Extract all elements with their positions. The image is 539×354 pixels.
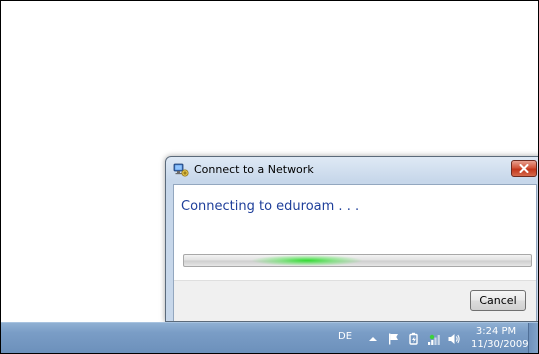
power-icon[interactable] xyxy=(407,332,421,346)
close-icon xyxy=(519,164,529,173)
language-indicator[interactable]: DE xyxy=(338,331,352,342)
connection-progress-bar xyxy=(183,254,532,267)
show-desktop-button[interactable] xyxy=(528,323,538,353)
taskbar-clock[interactable]: 3:24 PM 11/30/2009 xyxy=(471,325,529,351)
action-center-flag-icon[interactable] xyxy=(387,332,401,346)
close-button[interactable] xyxy=(511,160,537,177)
cancel-button[interactable]: Cancel xyxy=(470,290,526,311)
dialog-title: Connect to a Network xyxy=(194,163,314,176)
volume-icon[interactable] xyxy=(447,332,461,346)
dialog-content: Connecting to eduroam . . . Cancel xyxy=(173,184,537,321)
clock-date: 11/30/2009 xyxy=(471,339,529,350)
taskbar: DE 3:24 PM 11/30/2009 xyxy=(1,322,538,353)
desktop: Connect to a Network Connecting to eduro… xyxy=(0,0,539,354)
network-signal-icon[interactable] xyxy=(427,332,441,346)
connection-status-heading: Connecting to eduroam . . . xyxy=(181,199,360,214)
network-connection-icon xyxy=(173,163,189,177)
dialog-footer: Cancel xyxy=(174,280,536,321)
progress-indicator xyxy=(252,255,362,266)
connect-to-network-dialog: Connect to a Network Connecting to eduro… xyxy=(165,156,538,322)
dialog-titlebar[interactable]: Connect to a Network xyxy=(166,157,538,183)
clock-time: 3:24 PM xyxy=(475,326,517,337)
show-hidden-icons-arrow-icon[interactable] xyxy=(366,332,380,346)
